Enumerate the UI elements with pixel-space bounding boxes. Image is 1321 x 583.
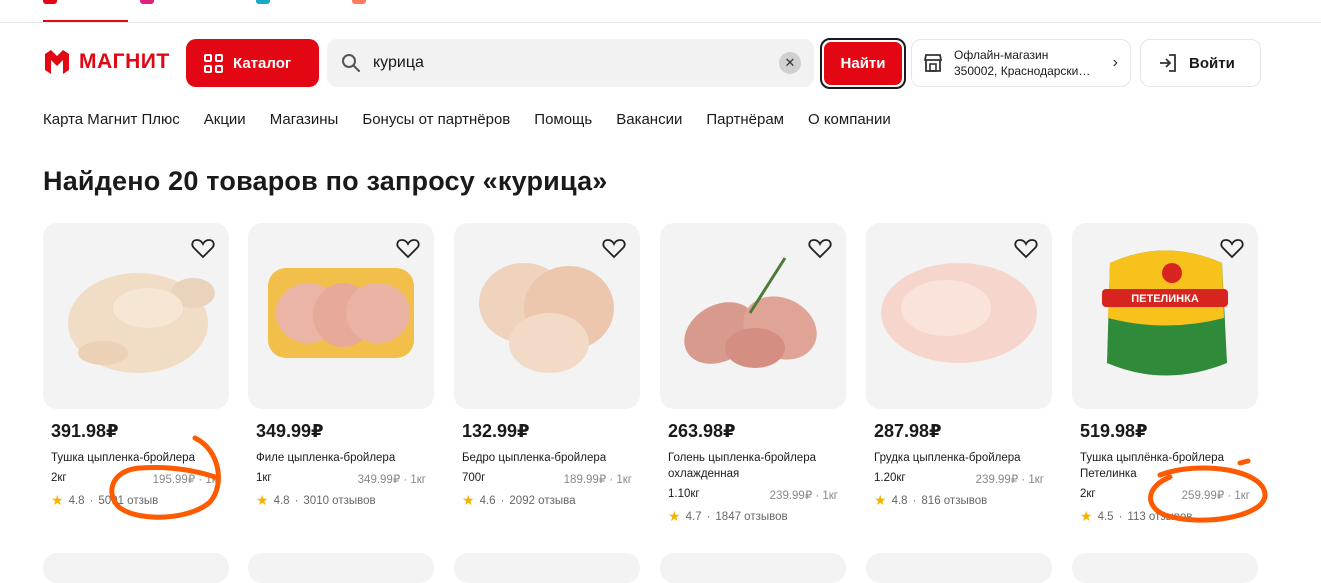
tab-marker [256, 0, 270, 4]
rating-value: 4.6 [479, 494, 496, 507]
store-address: 350002, Краснодарский край [954, 64, 1096, 78]
product-price: 519.98₽ [1080, 421, 1148, 441]
product-name: Голень цыпленка-бройлера охлажденная [668, 452, 816, 480]
login-icon [1160, 54, 1176, 72]
product-name: Тушка цыплёнка-бройлера Петелинка [1080, 452, 1224, 480]
product-weight: 1.10кг [668, 488, 700, 500]
favorite-heart-icon[interactable] [396, 237, 420, 259]
rating-value: 4.8 [273, 494, 290, 507]
review-count: 5091 отзыв [98, 494, 159, 507]
review-count: 3010 отзывов [303, 494, 376, 507]
star-icon: ★ [668, 508, 681, 524]
catalog-button[interactable]: Каталог [186, 39, 319, 87]
magnit-logo[interactable]: МАГНИТ [43, 48, 170, 76]
product-price: 349.99₽ [256, 421, 324, 441]
clear-search-icon[interactable]: ✕ [779, 52, 801, 74]
grid-icon [204, 53, 223, 73]
search-bar: ✕ [327, 39, 814, 87]
login-label: Войти [1189, 54, 1235, 72]
product-name: Бедро цыпленка-бройлера [462, 452, 607, 464]
favorite-heart-icon[interactable] [808, 237, 832, 259]
product-price: 391.98₽ [51, 421, 119, 441]
unit-price: 259.99₽ · 1кг [1181, 490, 1250, 502]
nav-item-about[interactable]: О компании [808, 111, 891, 128]
rating-value: 4.8 [891, 494, 908, 507]
star-icon: ★ [51, 492, 64, 508]
nav-item-magnit-plus-card[interactable]: Карта Магнит Плюс [43, 111, 180, 128]
favorite-heart-icon[interactable] [1220, 237, 1244, 259]
unit-price: 189.99₽ · 1кг [563, 474, 632, 486]
rating-value: 4.7 [685, 510, 702, 523]
product-card[interactable]: 263.98₽ Голень цыпленка-бройлера охлажде… [660, 223, 846, 525]
magnit-logo-icon [45, 50, 69, 74]
product-image[interactable]: ПЕТЕЛИНКА [1072, 223, 1258, 409]
store-selector[interactable]: Офлайн-магазин 350002, Краснодарский кра… [911, 39, 1131, 87]
tab-marker [43, 0, 57, 4]
nav-item-help[interactable]: Помощь [534, 111, 592, 128]
review-count: 2092 отзыва [509, 494, 576, 507]
rating-value: 4.5 [1097, 510, 1114, 523]
product-weight: 1.20кг [874, 472, 906, 484]
product-price: 132.99₽ [462, 421, 530, 441]
star-icon: ★ [462, 492, 475, 508]
chevron-right-icon: › [1112, 54, 1118, 71]
star-icon: ★ [256, 492, 269, 508]
product-weight: 2кг [51, 472, 67, 484]
product-price: 287.98₽ [874, 421, 942, 441]
search-input[interactable] [373, 54, 763, 72]
product-name: Филе цыпленка-бройлера [256, 452, 396, 464]
favorite-heart-icon[interactable] [191, 237, 215, 259]
login-button[interactable]: Войти [1140, 39, 1261, 87]
review-count: 816 отзывов [921, 494, 988, 507]
logo-text: МАГНИТ [79, 50, 170, 73]
product-image[interactable] [454, 223, 640, 409]
product-image[interactable] [248, 223, 434, 409]
tab-marker [140, 0, 154, 4]
favorite-heart-icon[interactable] [602, 237, 626, 259]
star-icon: ★ [874, 492, 887, 508]
search-icon [342, 54, 360, 72]
page-title: Найдено 20 товаров по запросу «курица» [43, 166, 608, 196]
product-weight: 2кг [1080, 488, 1096, 500]
tab-marker [352, 0, 366, 4]
unit-price: 195.99₽ · 1кг [152, 474, 221, 486]
unit-price: 349.99₽ · 1кг [357, 474, 426, 486]
product-weight: 1кг [256, 472, 272, 484]
active-tab-underline [43, 20, 128, 22]
favorite-heart-icon[interactable] [1014, 237, 1038, 259]
find-button[interactable]: Найти [820, 38, 906, 89]
star-icon: ★ [1080, 508, 1093, 524]
product-card[interactable]: 391.98₽ Тушка цыпленка-бройлера 2кг 195.9… [43, 223, 229, 509]
brand-badge-text: ПЕТЕЛИНКА [1131, 293, 1199, 305]
store-icon [923, 54, 943, 72]
product-image[interactable] [866, 223, 1052, 409]
store-type: Офлайн-магазин [954, 48, 1049, 62]
review-count: 1847 отзывов [715, 510, 788, 523]
product-image[interactable] [43, 223, 229, 409]
unit-price: 239.99₽ · 1кг [769, 490, 838, 502]
main-nav: Карта Магнит Плюс Акции Магазины Бонусы … [43, 111, 891, 128]
rating-value: 4.8 [68, 494, 85, 507]
product-name: Тушка цыпленка-бройлера [51, 452, 195, 464]
top-tab-strip [0, 0, 1321, 23]
unit-price: 239.99₽ · 1кг [975, 474, 1044, 486]
product-card[interactable]: 132.99₽ Бедро цыпленка-бройлера 700г 189.… [454, 223, 640, 509]
nav-item-vacancies[interactable]: Вакансии [616, 111, 682, 128]
product-weight: 700г [462, 472, 486, 484]
product-card[interactable]: 349.99₽ Филе цыпленка-бройлера 1кг 349.99… [248, 223, 434, 509]
nav-item-partner-bonuses[interactable]: Бонусы от партнёров [362, 111, 510, 128]
nav-item-partners[interactable]: Партнёрам [706, 111, 784, 128]
catalog-label: Каталог [233, 54, 292, 72]
product-image[interactable] [660, 223, 846, 409]
product-price: 263.98₽ [668, 421, 736, 441]
nav-item-stores[interactable]: Магазины [270, 111, 339, 128]
product-name: Грудка цыпленка-бройлера [874, 452, 1021, 464]
product-card[interactable]: ПЕТЕЛИНКА 519.98₽ Тушка цыплёнка-бройлер… [1072, 223, 1258, 525]
find-label: Найти [824, 42, 902, 85]
product-card[interactable]: 287.98₽ Грудка цыпленка-бройлера 1.20кг 2… [866, 223, 1052, 509]
nav-item-promotions[interactable]: Акции [204, 111, 246, 128]
review-count: 113 отзывов [1127, 510, 1193, 523]
